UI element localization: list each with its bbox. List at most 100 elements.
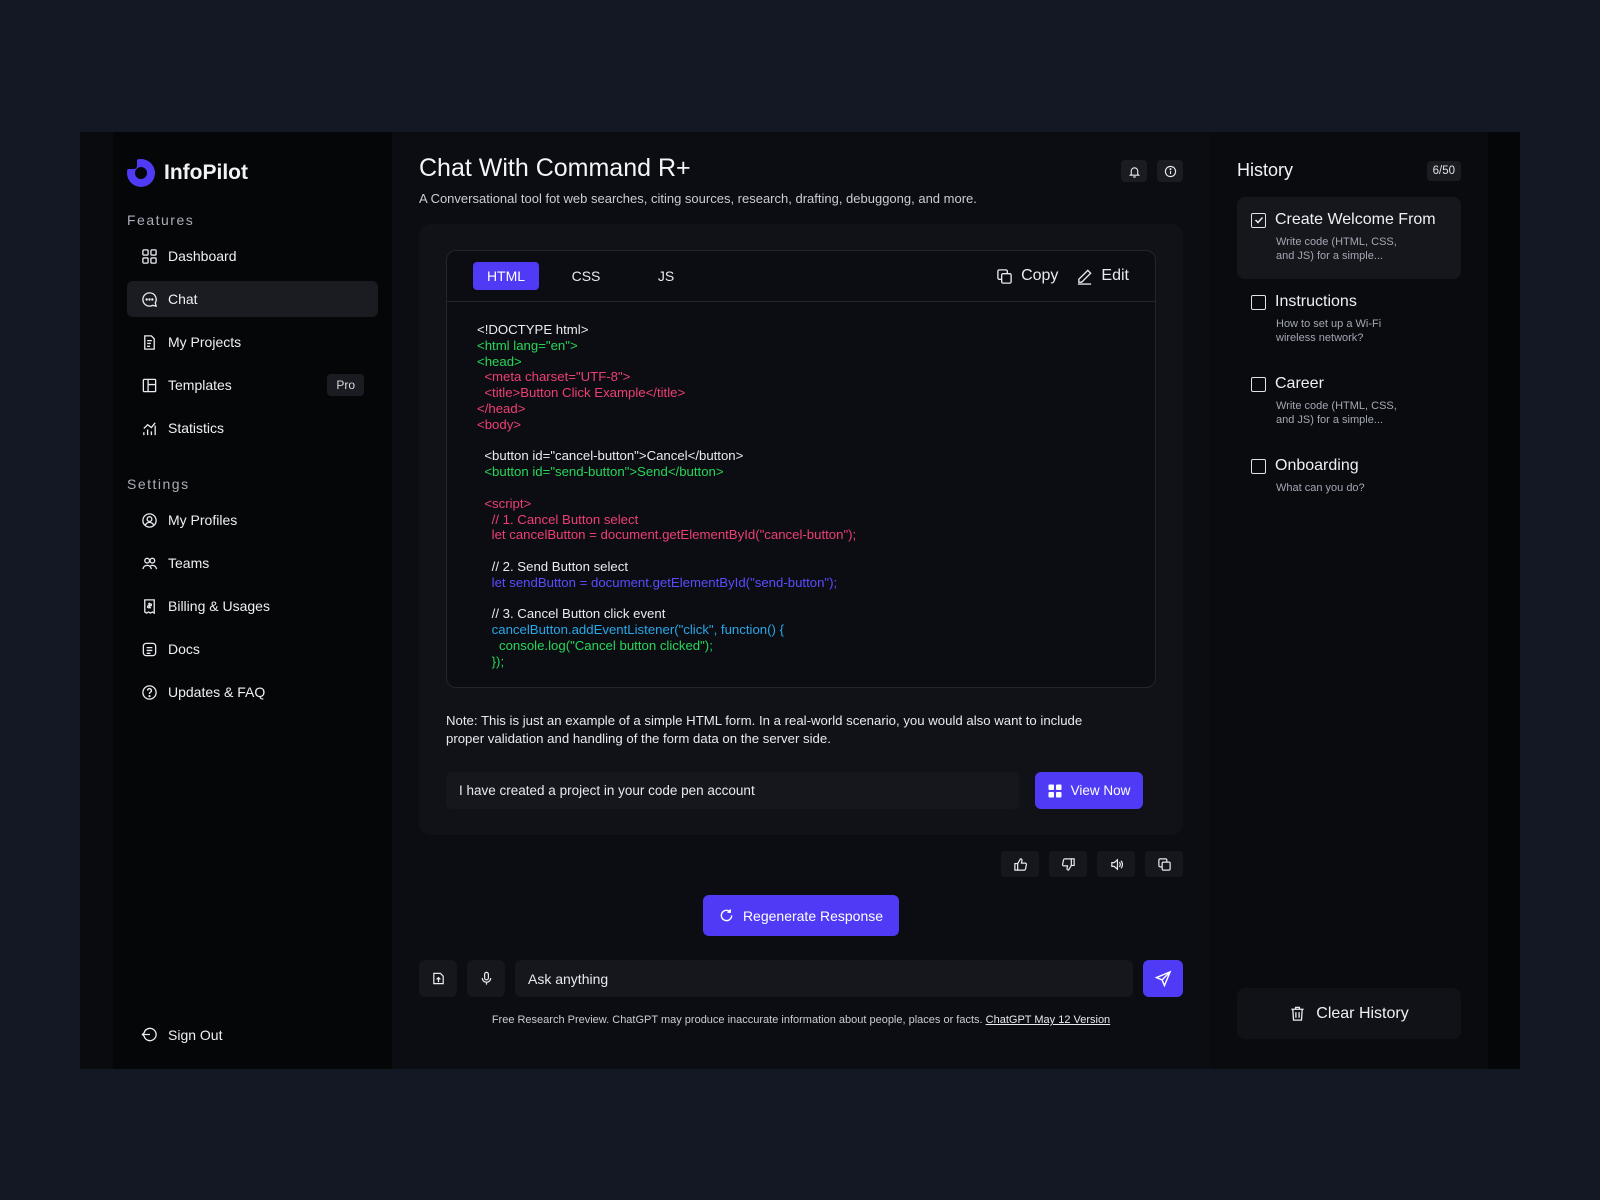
edit-label: Edit	[1101, 267, 1129, 284]
info-button[interactable]	[1157, 160, 1183, 182]
code-line: <button id="send-button">Send</button>	[477, 464, 724, 480]
history-count-badge: 6/50	[1426, 160, 1461, 181]
notification-button[interactable]	[1121, 160, 1147, 182]
check-icon	[1254, 216, 1263, 224]
like-button[interactable]	[1001, 851, 1039, 877]
view-now-button[interactable]: View Now	[1035, 772, 1143, 809]
sidebar-item-teams[interactable]: Teams	[127, 545, 378, 581]
chat-icon	[142, 291, 158, 307]
history-panel: History 6/50 Create Welcome From Write c…	[1210, 132, 1488, 1069]
clear-history-button[interactable]: Clear History	[1237, 988, 1461, 1039]
code-line: <button id="cancel-button">Cancel</butto…	[477, 448, 744, 464]
sidebar-item-label: Chat	[168, 291, 198, 307]
sidebar-item-updates-faq[interactable]: Updates & FAQ	[127, 674, 378, 710]
docs-icon	[142, 642, 157, 656]
history-item-title: Onboarding	[1275, 457, 1359, 474]
logo[interactable]: InfoPilot	[125, 157, 378, 188]
code-line: let cancelButton = document.getElementBy…	[477, 527, 857, 543]
history-item-desc: Write code (HTML, CSS, and JS) for a sim…	[1276, 400, 1397, 426]
billing-icon	[144, 598, 155, 614]
code-line: <head>	[477, 353, 522, 369]
code-line: // 3. Cancel Button click event	[477, 606, 666, 622]
left-strip	[80, 132, 113, 1069]
sidebar-item-my-projects[interactable]: My Projects	[127, 324, 378, 360]
code-line: <title>Button Click Example</title>	[477, 385, 686, 401]
sidebar: InfoPilot Features Dashboard Chat My Pro…	[113, 132, 392, 1069]
regenerate-label: Regenerate Response	[742, 907, 884, 924]
code-block[interactable]: <!DOCTYPE html> <html lang="en"> <head> <m…	[447, 302, 1155, 690]
profile-icon	[142, 512, 157, 528]
microphone-button[interactable]	[467, 960, 505, 997]
code-line: </head>	[477, 400, 526, 416]
code-line: let sendButton = document.getElementById…	[477, 574, 838, 590]
features-label: Features	[127, 212, 195, 228]
ask-input[interactable]: Ask anything	[515, 960, 1133, 997]
send-button[interactable]	[1143, 960, 1183, 997]
history-item-desc: How to set up a Wi-Fi wireless network?	[1276, 318, 1382, 344]
code-header: HTML CSS JS Copy Edit	[447, 251, 1155, 302]
history-item[interactable]: Career Write code (HTML, CSS, and JS) fo…	[1237, 361, 1461, 443]
sidebar-item-docs[interactable]: Docs	[127, 631, 378, 667]
sidebar-item-statistics[interactable]: Statistics	[127, 410, 378, 446]
history-item-title: Career	[1275, 375, 1324, 392]
copy-response-button[interactable]	[1145, 851, 1183, 877]
tab-html[interactable]: HTML	[473, 262, 539, 290]
version-link[interactable]: ChatGPT May 12 Version	[986, 1014, 1111, 1026]
project-row: I have created a project in your code pe…	[446, 772, 1156, 809]
history-item[interactable]: Instructions How to set up a Wi-Fi wirel…	[1237, 279, 1461, 361]
settings-label: Settings	[127, 476, 190, 492]
sidebar-item-label: Statistics	[168, 420, 225, 436]
copy-button[interactable]: Copy	[996, 267, 1058, 285]
code-line: });	[477, 653, 505, 669]
sign-out-button[interactable]: Sign Out	[141, 1026, 222, 1043]
copy-label: Copy	[1021, 267, 1059, 284]
code-actions: Copy Edit	[996, 267, 1129, 285]
page-subtitle: A Conversational tool fot web searches, …	[419, 191, 977, 206]
upload-button[interactable]	[419, 960, 457, 997]
history-checkbox[interactable]	[1251, 376, 1266, 392]
sidebar-item-billing[interactable]: Billing & Usages	[127, 588, 378, 624]
history-list: Create Welcome From Write code (HTML, CS…	[1237, 197, 1461, 525]
pencil-icon	[1078, 268, 1092, 285]
view-now-label: View Now	[1070, 783, 1131, 798]
sidebar-item-label: My Profiles	[168, 512, 238, 528]
sign-out-label: Sign Out	[168, 1026, 223, 1043]
feedback-bar	[1001, 851, 1183, 877]
edit-button[interactable]: Edit	[1076, 267, 1129, 285]
history-checkbox[interactable]	[1251, 294, 1266, 310]
code-line: <!DOCTYPE html>	[477, 322, 589, 337]
history-item[interactable]: Create Welcome From Write code (HTML, CS…	[1237, 197, 1461, 279]
code-line: <html lang="en">	[477, 337, 578, 353]
history-checkbox[interactable]	[1251, 458, 1266, 474]
grid-icon	[1048, 784, 1062, 797]
sidebar-item-label: Docs	[168, 641, 200, 657]
send-icon	[1154, 970, 1171, 987]
sidebar-item-my-profiles[interactable]: My Profiles	[127, 502, 378, 538]
tab-js[interactable]: JS	[633, 262, 699, 290]
project-message: I have created a project in your code pe…	[446, 772, 1019, 809]
help-icon	[142, 684, 157, 700]
regenerate-button[interactable]: Regenerate Response	[703, 895, 899, 936]
history-item-title: Create Welcome From	[1275, 211, 1436, 228]
code-panel: HTML CSS JS Copy Edit <!DOCTYPE html> <h…	[446, 250, 1156, 688]
code-line: // 2. Send Button select	[477, 558, 629, 574]
sidebar-item-chat[interactable]: Chat	[127, 281, 378, 317]
code-line: <body>	[477, 416, 521, 432]
page-title: Chat With Command R+	[419, 154, 691, 182]
sidebar-item-templates[interactable]: Templates Pro	[127, 367, 378, 403]
read-aloud-button[interactable]	[1097, 851, 1135, 877]
tab-css[interactable]: CSS	[553, 262, 619, 290]
history-checkbox[interactable]	[1251, 212, 1266, 228]
sidebar-item-label: Updates & FAQ	[168, 684, 266, 700]
history-item-row: Onboarding	[1251, 457, 1447, 475]
copy-icon	[1157, 857, 1171, 871]
clear-history-label: Clear History	[1316, 1004, 1409, 1022]
sidebar-item-label: Templates	[168, 377, 232, 393]
sidebar-item-dashboard[interactable]: Dashboard	[127, 238, 378, 274]
history-item[interactable]: Onboarding What can you do?	[1237, 443, 1461, 525]
history-item-row: Create Welcome From	[1251, 211, 1447, 229]
history-item-desc: What can you do?	[1276, 482, 1365, 494]
dislike-button[interactable]	[1049, 851, 1087, 877]
history-item-row: Career	[1251, 375, 1447, 393]
